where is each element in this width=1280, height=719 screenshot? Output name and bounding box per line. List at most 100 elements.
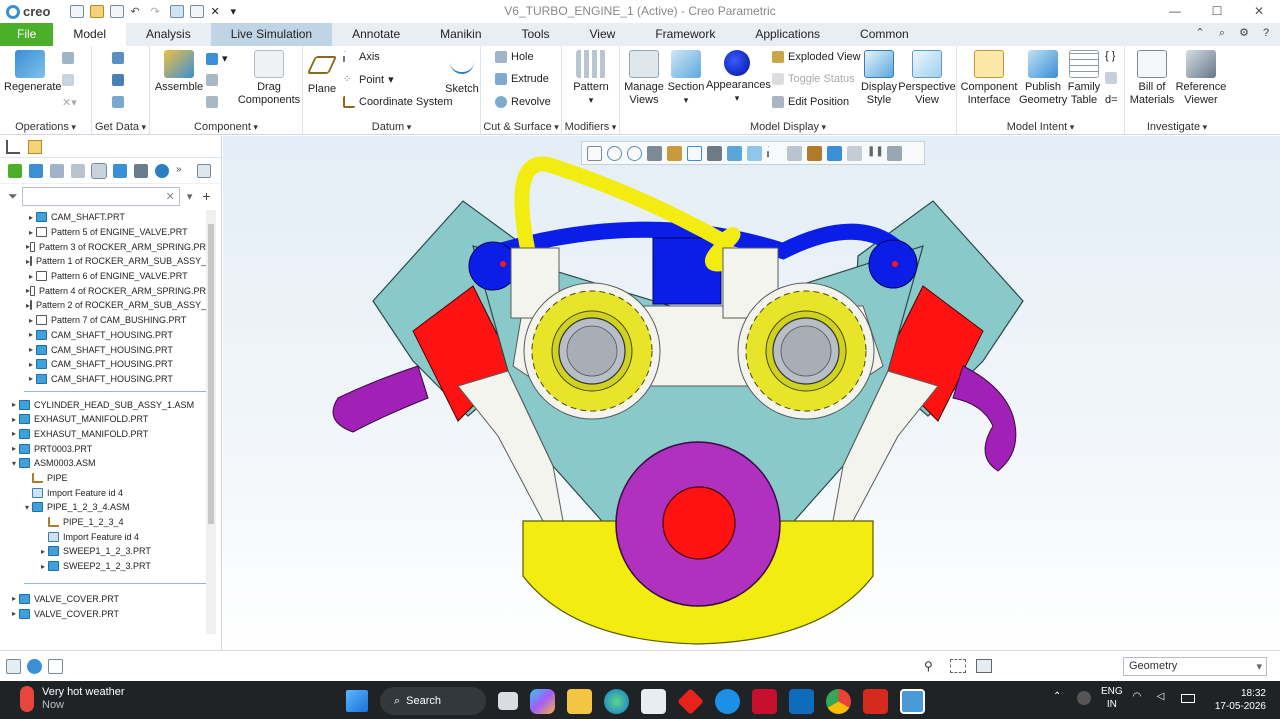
show-browser-icon[interactable] [27,659,42,674]
close-window-icon[interactable]: ✕ [210,5,224,18]
show-navigator-icon[interactable] [6,659,21,674]
reference-viewer-button[interactable]: Reference Viewer [1175,50,1227,107]
tree-columns-icon[interactable] [50,163,64,178]
file-explorer-icon[interactable] [567,688,592,714]
redo-icon[interactable]: ↷ [150,5,164,18]
open-folder-icon[interactable] [90,5,105,18]
minimize-ribbon-icon[interactable]: ⌃ [1194,27,1206,39]
store-icon[interactable] [641,688,666,714]
publish-geometry-button[interactable]: Publish Geometry [1019,50,1067,107]
group-label-get-data[interactable]: Get Data [92,121,149,133]
tree-row[interactable]: ▸ CAM_SHAFT_HOUSING.PRT [0,328,206,343]
toggle-status-button[interactable]: Toggle Status [772,73,855,85]
undo-icon[interactable]: ↶ [130,5,144,18]
tree-row[interactable]: ▸ CAM_SHAFT_HOUSING.PRT [0,357,206,372]
tab-file[interactable]: File [0,23,54,46]
tree-row[interactable]: ▸ EXHASUT_MANIFOLD.PRT [0,412,206,427]
tree-row[interactable]: ▸ VALVE_COVER.PRT [0,592,206,607]
graphics-window[interactable]: ❚❚ [223,136,1280,650]
plane-button[interactable]: Plane [305,50,339,96]
tree-row[interactable]: ▸ Pattern 1 of ROCKER_ARM_SUB_ASSY_ [0,254,206,269]
search-icon[interactable]: ⌕ [1216,27,1228,39]
edge-browser-icon[interactable] [604,688,629,714]
save-icon[interactable] [110,5,125,18]
regenerate-small-icon[interactable] [170,5,185,18]
hole-button[interactable]: Hole [495,51,534,63]
smart-select-icon[interactable] [976,659,992,673]
tree-row[interactable]: ▸ CAM_SHAFT_HOUSING.PRT [0,372,206,387]
delete-icon[interactable]: ✕▾ [62,96,77,109]
tree-settings-icon[interactable] [29,163,43,178]
tree-search-input[interactable] [21,186,180,206]
more-icon[interactable]: » [176,164,190,178]
tab-applications[interactable]: Applications [735,23,840,46]
regenerate-button[interactable]: Regenerate [4,50,62,94]
creo-taskbar-icon[interactable] [900,688,925,714]
battery-saver-icon[interactable] [1077,691,1091,705]
paste-icon[interactable] [62,74,74,86]
selection-filter-select[interactable]: Geometry [1123,657,1267,676]
perspective-view-button[interactable]: Perspective View [898,50,956,107]
select-icon[interactable] [134,163,148,178]
weather-widget[interactable]: Very hot weather Now [20,686,125,712]
tree-row[interactable]: ▸ Pattern 5 of ENGINE_VALVE.PRT [0,225,206,240]
close-icon[interactable]: ✕ [1238,0,1280,23]
full-screen-icon[interactable] [48,659,63,674]
help-app-icon[interactable] [715,688,740,714]
system-clock[interactable]: 18:32 17-05-2026 [1215,687,1266,713]
tree-row[interactable]: ▸ PRT0003.PRT [0,441,206,456]
tree-row[interactable]: Import Feature id 4 [0,485,206,500]
component-interface-button[interactable]: Component Interface [959,50,1019,107]
axis-button[interactable]: Axis [343,51,380,63]
battery-icon[interactable] [1180,693,1195,703]
family-table-button[interactable]: Family Table [1067,50,1101,107]
maximize-icon[interactable]: ☐ [1196,0,1238,23]
appearance-tree-icon[interactable] [155,163,169,178]
folder-browser-tab-icon[interactable] [28,139,42,154]
engine-model-3d[interactable] [223,136,1280,650]
tree-row[interactable]: ▸ CAM_SHAFT_HOUSING.PRT [0,342,206,357]
tab-framework[interactable]: Framework [635,23,735,46]
point-button[interactable]: ⁘ Point ▾ [343,73,394,87]
show-icon[interactable] [8,163,22,178]
group-label-datum[interactable]: Datum [303,121,480,133]
bill-of-materials-button[interactable]: Bill of Materials [1127,50,1177,107]
add-filter-icon[interactable]: + [202,188,210,204]
copilot-icon[interactable] [530,688,555,714]
mcafee-icon[interactable] [752,688,777,714]
taskbar-search[interactable]: ⌕ Search [380,687,486,715]
drag-components-button[interactable]: Drag Components [236,50,302,107]
group-label-cut-surface[interactable]: Cut & Surface [481,121,561,133]
filter-dropdown-icon[interactable]: ▾ [187,190,193,203]
tree-row[interactable]: ▾ PIPE_1_2_3_4.ASM [0,500,206,515]
extrude-button[interactable]: Extrude [495,73,549,85]
group-label-modifiers[interactable]: Modifiers [562,121,619,133]
tree-row[interactable]: ▸ EXHASUT_MANIFOLD.PRT [0,427,206,442]
tree-row[interactable]: ▸ Pattern 2 of ROCKER_ARM_SUB_ASSY_ [0,298,206,313]
tab-live-simulation[interactable]: Live Simulation [210,23,333,46]
tab-view[interactable]: View [570,23,636,46]
tree-row[interactable]: ▸ Pattern 6 of ENGINE_VALVE.PRT [0,269,206,284]
tree-row[interactable]: ▸ CYLINDER_HEAD_SUB_ASSY_1.ASM [0,397,206,412]
sketch-button[interactable]: Sketch [445,50,479,96]
solidworks-icon[interactable] [863,688,888,714]
layers-icon[interactable] [113,163,127,178]
group-label-model-display[interactable]: Model Display [620,121,956,133]
help-icon[interactable]: ? [1260,27,1272,39]
tree-row[interactable]: ▸ Pattern 4 of ROCKER_ARM_SPRING.PR [0,283,206,298]
outlook-icon[interactable] [789,688,814,714]
copy-geometry-icon[interactable] [112,74,124,86]
tree-row[interactable]: ▸ Pattern 3 of ROCKER_ARM_SPRING.PR [0,239,206,254]
volume-icon[interactable]: ◁ [1157,691,1171,705]
split-panel-icon[interactable] [197,163,211,178]
scrollbar-thumb[interactable] [208,224,214,524]
group-label-model-intent[interactable]: Model Intent [957,121,1124,133]
language-indicator[interactable]: ENG IN [1101,685,1123,711]
copy-icon[interactable] [62,52,74,64]
office-app-icon[interactable] [677,687,704,715]
tree-row[interactable]: PIPE [0,471,206,486]
settings-icon[interactable]: ⚙ [1238,27,1250,39]
revolve-button[interactable]: Revolve [495,96,551,108]
edit-position-button[interactable]: Edit Position [772,96,849,108]
windows-icon[interactable] [190,5,205,18]
